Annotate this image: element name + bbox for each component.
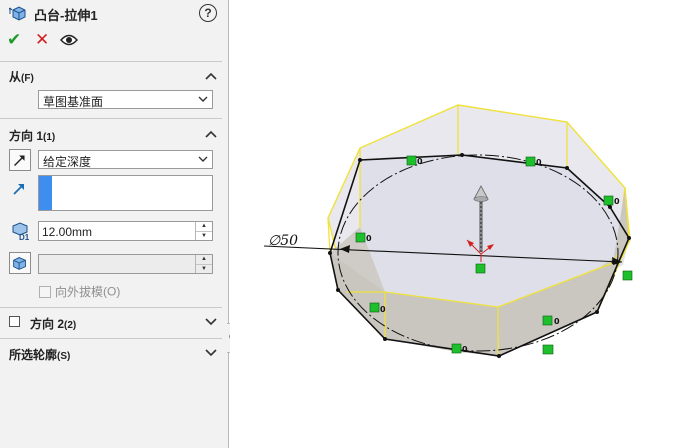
draft-outward-checkbox[interactable] [39, 285, 51, 298]
draft-spinner[interactable]: ▲ ▼ [195, 255, 212, 273]
svg-text:0: 0 [554, 317, 560, 326]
depth-input[interactable]: 12.00mm ▲ ▼ [38, 221, 213, 241]
spin-down-icon[interactable]: ▼ [196, 265, 212, 274]
start-condition-value: 草图基准面 [43, 95, 104, 109]
draft-outward-label: 向外拔模 [55, 285, 104, 299]
spin-up-icon[interactable]: ▲ [196, 255, 212, 265]
relation-marker-icon[interactable] [475, 263, 486, 274]
relation-marker-icon[interactable] [369, 302, 380, 313]
chevron-down-icon [198, 156, 208, 162]
direction-vector-arrow-icon [13, 184, 24, 195]
reverse-direction-button[interactable] [9, 149, 31, 171]
draft-outward-option[interactable]: 向外拔模(O) [39, 283, 120, 300]
contours-section-shortcut: (S) [57, 351, 71, 362]
depth-spinner[interactable]: ▲ ▼ [195, 222, 212, 240]
boss-extrude-icon [9, 6, 26, 21]
relation-marker-icon[interactable] [622, 270, 633, 281]
expand-chevron-down-icon[interactable] [205, 349, 217, 357]
relation-marker-icon[interactable] [406, 155, 417, 166]
model-preview-canvas[interactable]: ∅50 0 00 00 00 [230, 0, 699, 448]
from-section-label: 从 [9, 70, 22, 84]
reverse-direction-icon [14, 155, 25, 166]
end-condition-select[interactable]: 给定深度 [38, 150, 213, 169]
svg-text:0: 0 [366, 234, 372, 243]
draft-angle-input[interactable]: ▲ ▼ [38, 254, 213, 274]
svg-text:D1: D1 [19, 233, 30, 241]
feature-title: 凸台-拉伸1 [34, 8, 98, 23]
diameter-dimension-label[interactable]: ∅50 [268, 233, 298, 249]
collapse-chevron-up-icon[interactable] [205, 130, 217, 138]
active-selection-bar [39, 176, 52, 210]
draft-toggle-button[interactable] [9, 252, 31, 274]
direction2-section-label: 方向 2 [30, 317, 65, 331]
cancel-x-icon[interactable]: ✕ [35, 30, 49, 50]
expand-chevron-down-icon[interactable] [205, 318, 217, 326]
direction1-section-label: 方向 1 [9, 129, 44, 143]
draft-outward-shortcut: (O) [103, 284, 121, 299]
end-condition-value: 给定深度 [43, 155, 92, 169]
preview-eye-icon[interactable] [60, 33, 78, 47]
from-section-header[interactable]: 从(F) [9, 68, 34, 85]
svg-text:0: 0 [380, 305, 386, 314]
from-section-shortcut: (F) [21, 73, 34, 84]
feature-title-bar: 凸台-拉伸1 ? [0, 0, 228, 26]
relation-marker-icon[interactable] [603, 195, 614, 206]
contours-section-label: 所选轮廓 [9, 348, 58, 362]
graphics-viewport[interactable]: ∅50 0 0 0 0 0 0 0 [230, 0, 699, 448]
relation-marker-icon[interactable] [355, 232, 366, 243]
direction-reference-listbox[interactable] [38, 175, 213, 211]
start-condition-select[interactable]: 草图基准面 [38, 90, 213, 109]
svg-text:0: 0 [536, 158, 542, 167]
direction1-section-shortcut: (1) [43, 132, 56, 143]
draft-icon [13, 257, 26, 270]
divider [0, 307, 222, 308]
relation-marker-icon[interactable] [542, 315, 553, 326]
direction2-section-shortcut: (2) [64, 320, 77, 331]
help-icon[interactable]: ? [199, 4, 217, 22]
direction2-section-header[interactable]: 方向 2(2) [30, 315, 76, 332]
relation-marker-icon[interactable] [542, 344, 554, 355]
svg-text:0: 0 [417, 157, 423, 166]
spin-up-icon[interactable]: ▲ [196, 222, 212, 232]
divider [0, 61, 222, 62]
spin-down-icon[interactable]: ▼ [196, 232, 212, 241]
depth-dimension-icon: D1 [12, 222, 30, 241]
divider [0, 338, 222, 339]
chevron-down-icon [198, 96, 208, 102]
direction1-section-header[interactable]: 方向 1(1) [9, 127, 55, 144]
relation-marker-icon[interactable] [451, 343, 462, 354]
relation-marker-icon[interactable] [525, 156, 536, 167]
svg-text:0: 0 [614, 197, 620, 206]
divider [0, 118, 222, 119]
property-manager-panel: 凸台-拉伸1 ? ✔ ✕ 从(F) 草图基准面 方向 1(1) 给定深度 D1 … [0, 0, 229, 448]
collapse-chevron-up-icon[interactable] [205, 72, 217, 80]
contours-section-header[interactable]: 所选轮廓(S) [9, 346, 70, 363]
depth-value: 12.00mm [42, 225, 93, 239]
direction2-checkbox[interactable] [9, 316, 20, 327]
ok-check-icon[interactable]: ✔ [7, 30, 21, 50]
svg-text:0: 0 [462, 345, 468, 354]
